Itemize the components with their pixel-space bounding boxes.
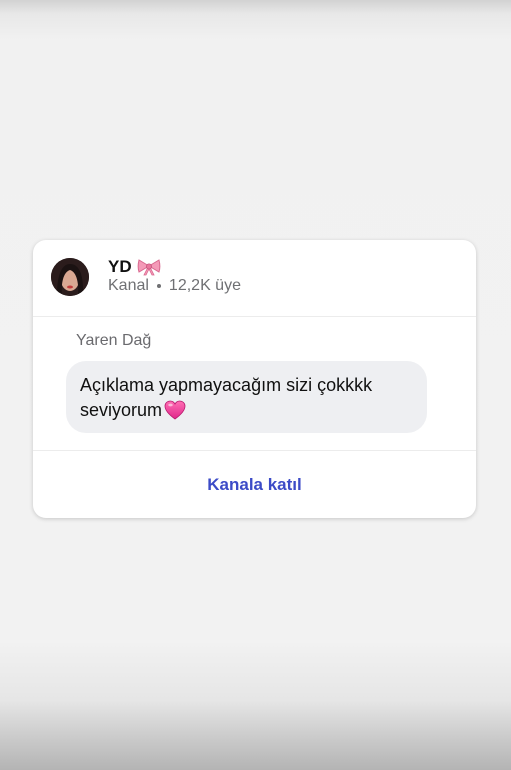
channel-avatar[interactable] [51,258,89,296]
channel-name: YD [108,257,132,276]
separator-dot [156,284,161,288]
message-text: Açıklama yapmayacağım sizi çokkkk seviyo… [80,375,373,420]
pink-heart-icon [164,400,186,420]
ribbon-bow-icon [137,258,161,276]
channel-header[interactable]: YD Kanal 12,2K üye [33,240,476,316]
member-count: 12,2K üye [168,277,241,294]
message-bubble: Açıklama yapmayacağım sizi çokkkk seviyo… [66,361,427,433]
channel-preview-card: YD Kanal 12,2K üye Yaren Dağ Açıklama ya… [33,240,476,518]
message-sender: Yaren Dağ [76,332,152,349]
channel-title-row: YD [108,256,161,278]
channel-subtitle: Kanal 12,2K üye [108,277,241,295]
header-divider [33,316,476,317]
channel-type-label: Kanal [108,277,149,294]
join-channel-button[interactable]: Kanala katıl [33,451,476,518]
message-content: Açıklama yapmayacağım sizi çokkkk seviyo… [80,373,413,423]
